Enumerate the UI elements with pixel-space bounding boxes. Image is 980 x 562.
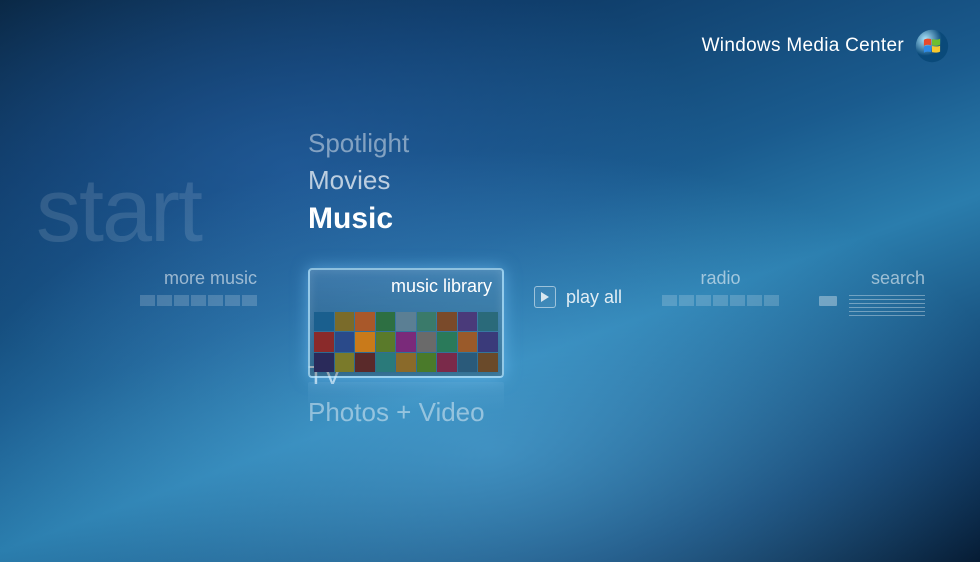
tile-radio[interactable]: radio [662,268,779,306]
thumbnail-strip [662,295,779,306]
tile-label: more music [164,268,257,289]
search-lines-icon [849,295,925,316]
tile-more-music[interactable]: more music [140,268,257,306]
menu-item-music[interactable]: Music [308,202,485,236]
tile-label: search [871,268,925,289]
play-icon [534,286,556,308]
tile-search[interactable]: search [849,268,925,316]
tile-reflection [308,382,504,410]
app-title: Windows Media Center [702,35,904,57]
horizontal-sub-menu: more music music library play all radio … [0,268,980,378]
menu-item-movies[interactable]: Movies [308,165,485,196]
tile-label: radio [701,268,741,289]
menu-item-spotlight[interactable]: Spotlight [308,128,485,159]
windows-logo-icon [914,28,950,64]
tile-label: music library [320,276,492,297]
start-label: start [36,160,201,263]
divider-bar [819,296,837,306]
album-art-grid [314,312,498,372]
tile-label: play all [566,287,622,308]
tile-play-all[interactable]: play all [534,286,622,308]
thumbnail-strip [140,295,257,306]
tile-music-library[interactable]: music library [308,268,504,378]
